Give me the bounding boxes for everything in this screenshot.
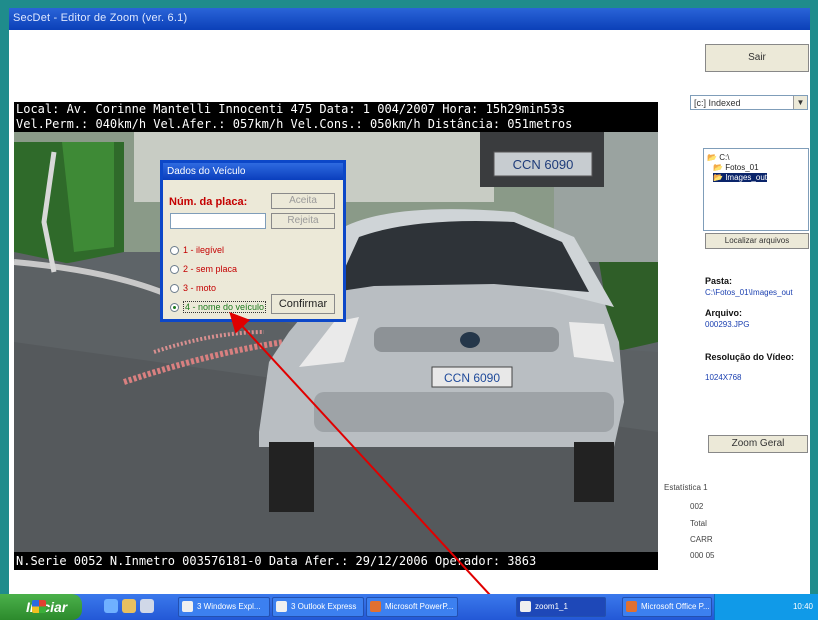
clock: 10:40 — [792, 602, 813, 611]
windows-flag-icon — [32, 600, 46, 613]
powerpoint-icon — [370, 601, 381, 612]
office-icon — [626, 601, 637, 612]
taskbar-item-office[interactable]: Microsoft Office P... — [622, 597, 712, 617]
taskbar: Iniciar 3 Windows Expl... 3 Outlook Expr… — [0, 594, 818, 620]
folder-icon — [182, 601, 193, 612]
annotation-arrow — [229, 312, 514, 620]
taskbar-item-outlook[interactable]: 3 Outlook Express — [272, 597, 364, 617]
taskbar-item-powerpoint[interactable]: Microsoft PowerP... — [366, 597, 458, 617]
browser-icon[interactable] — [104, 599, 118, 613]
mail-icon — [276, 601, 287, 612]
system-tray: 10:40 — [714, 594, 818, 620]
desktop-icon[interactable] — [140, 599, 154, 613]
taskbar-item-zoom[interactable]: zoom1_1 — [516, 597, 606, 617]
app-icon — [520, 601, 531, 612]
start-button[interactable]: Iniciar — [0, 594, 82, 620]
outlook-icon[interactable] — [122, 599, 136, 613]
taskbar-item-explorer[interactable]: 3 Windows Expl... — [178, 597, 270, 617]
